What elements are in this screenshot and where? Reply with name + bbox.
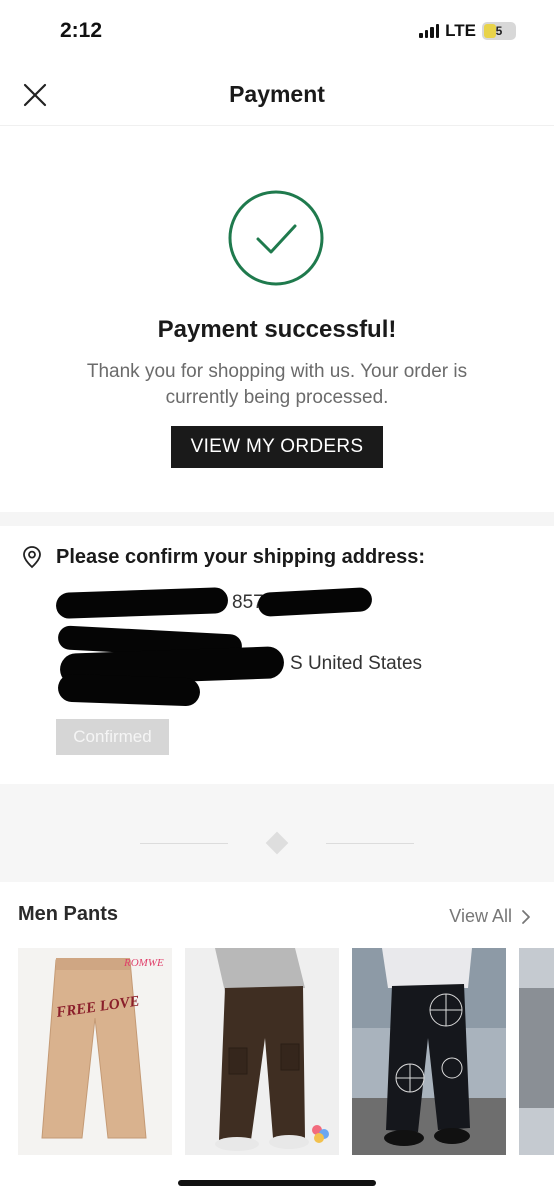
address-line-2: S United States xyxy=(290,653,423,674)
shipping-title: Please confirm your shipping address: xyxy=(56,546,425,568)
location-pin-icon xyxy=(23,546,41,569)
recommendations-title: Men Pants xyxy=(18,903,119,925)
view-all-label: View All xyxy=(449,906,512,926)
battery-level: 5 xyxy=(495,24,503,38)
success-title: Payment successful! xyxy=(157,316,397,343)
divider-line-left xyxy=(140,843,228,844)
status-indicators: LTE 5 xyxy=(419,21,516,41)
divider-line-right xyxy=(326,843,414,844)
status-time: 2:12 xyxy=(60,19,103,42)
nav-bar: Payment xyxy=(0,62,554,126)
signal-icon xyxy=(419,24,440,38)
product-image-partial xyxy=(519,948,554,1155)
status-bar: 2:12 LTE 5 xyxy=(0,0,554,62)
product-card[interactable] xyxy=(185,948,339,1155)
redacted-phone xyxy=(257,587,373,617)
chevron-right-icon xyxy=(522,909,530,924)
product-card[interactable] xyxy=(519,948,554,1155)
check-circle-icon xyxy=(228,190,324,286)
product-image-brown-cargo-pants xyxy=(185,948,339,1155)
battery-icon: 5 xyxy=(482,22,516,40)
payment-success-section: Payment successful! Thank you for shoppi… xyxy=(0,126,554,512)
success-message: Thank you for shopping with us. Your ord… xyxy=(86,361,468,408)
product-image-beige-sweatpants: ROMWE FREE LOVE xyxy=(18,948,172,1155)
confirmed-button[interactable]: Confirmed xyxy=(56,719,169,755)
network-type: LTE xyxy=(445,21,476,40)
product-card[interactable] xyxy=(352,948,506,1155)
brand-label: ROMWE xyxy=(123,957,164,969)
home-indicator[interactable] xyxy=(178,1180,376,1186)
view-my-orders-button[interactable]: VIEW MY ORDERS xyxy=(171,426,383,468)
redacted-name xyxy=(55,587,229,619)
product-image-black-spiderweb-jeans xyxy=(352,948,506,1155)
recommendations-section: Men Pants View All ROMWE FREE LOVE xyxy=(0,882,554,1200)
section-divider xyxy=(0,512,554,526)
redacted-zip xyxy=(57,673,201,707)
view-all-link[interactable]: View All xyxy=(449,906,532,927)
shipping-address-section: Please confirm your shipping address: 85… xyxy=(0,526,554,784)
product-card[interactable]: ROMWE FREE LOVE xyxy=(18,948,172,1155)
page-title: Payment xyxy=(229,81,325,107)
